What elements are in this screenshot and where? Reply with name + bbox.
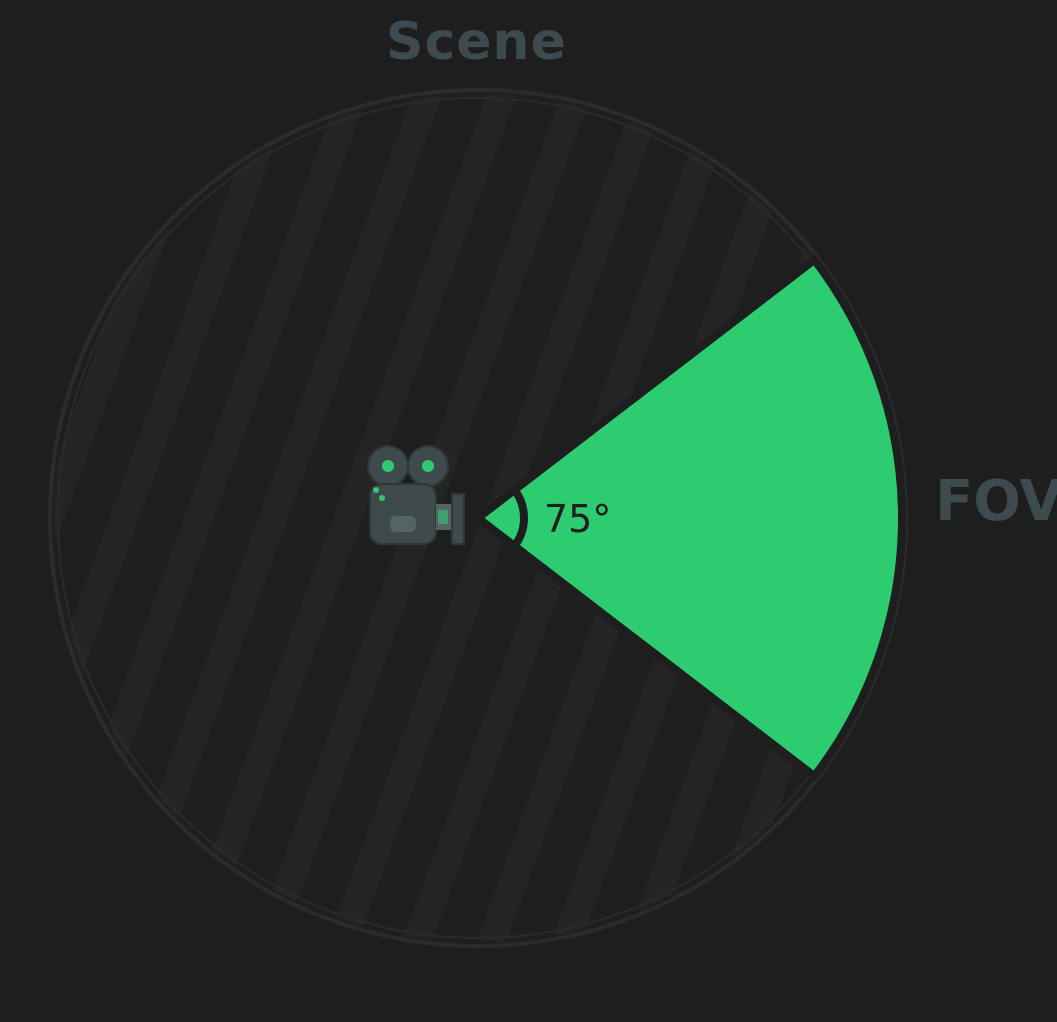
diagram-canvas	[48, 88, 908, 948]
fov-diagram: Scene FOV 75°	[0, 0, 1057, 1022]
scene-label: Scene	[386, 12, 567, 72]
angle-value-label: 75°	[544, 497, 612, 541]
fov-label: FOV	[935, 469, 1057, 534]
